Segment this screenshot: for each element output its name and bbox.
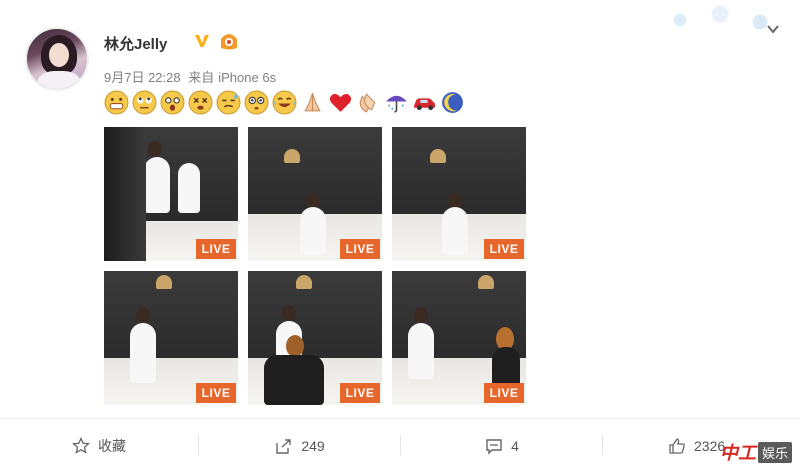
pray-hands-icon (304, 92, 321, 112)
photo-lamp (430, 149, 446, 163)
weibo-post-card: 林允Jelly 9月7日 22:28 来自 iPhone 6s LIVE LIV… (0, 0, 800, 471)
moon-icon (442, 92, 463, 113)
thumbs-up-icon (669, 437, 685, 454)
action-bar: 收藏 249 4 2326 (0, 418, 800, 471)
live-badge: LIVE (340, 239, 380, 259)
photo-background (248, 271, 382, 365)
verified-icon (195, 35, 209, 47)
source-device[interactable]: iPhone 6s (218, 70, 276, 85)
live-badge: LIVE (196, 239, 236, 259)
photo-grid: LIVE LIVE LIVE LIVE LIVE LIVE (104, 127, 526, 405)
photo-foreground-person (104, 127, 146, 261)
avatar-face (49, 43, 69, 67)
astonished-emoji-icon (160, 90, 185, 115)
grin-emoji-icon (104, 90, 129, 115)
roll-eyes-emoji-icon (132, 90, 157, 115)
member-level-icon[interactable] (218, 31, 240, 51)
watermark-text-b: 娱乐 (757, 441, 792, 463)
emoji-row (104, 90, 465, 118)
divider (198, 435, 199, 455)
photo-figure-head (282, 305, 296, 321)
photo-figure (178, 163, 200, 213)
photo-2[interactable]: LIVE (248, 127, 382, 261)
photo-lamp (296, 275, 312, 289)
photo-figure-head (148, 141, 162, 157)
repost-icon (276, 438, 292, 454)
flushed-emoji-icon (244, 90, 269, 115)
live-badge: LIVE (196, 383, 236, 403)
live-badge: LIVE (484, 239, 524, 259)
clap-hands-icon (359, 93, 376, 113)
source-prefix: 来自 (188, 70, 215, 85)
comment-count: 4 (511, 437, 519, 454)
avatar-body (37, 71, 81, 89)
post-meta: 9月7日 22:28 来自 iPhone 6s (104, 67, 280, 86)
avatar[interactable] (25, 27, 89, 91)
photo-lamp (156, 275, 172, 289)
photo-lamp (478, 275, 494, 289)
comment-icon (486, 438, 502, 455)
repost-count: 249 (301, 437, 325, 454)
watermark-text-a: 中工 (719, 443, 756, 463)
photo-figure (264, 355, 324, 405)
comment-button[interactable]: 4 (402, 419, 602, 471)
watermark-logo: 中工 娱乐 (720, 439, 792, 465)
divider (400, 435, 401, 455)
photo-figure (442, 207, 468, 255)
live-badge: LIVE (484, 383, 524, 403)
car-icon (414, 98, 435, 111)
sweat-emoji-icon (216, 90, 241, 115)
photo-6[interactable]: LIVE (392, 271, 526, 405)
photo-1[interactable]: LIVE (104, 127, 238, 261)
photo-4[interactable]: LIVE (104, 271, 238, 405)
star-icon (72, 436, 90, 454)
photo-lamp (284, 149, 300, 163)
photo-5[interactable]: LIVE (248, 271, 382, 405)
chevron-down-icon[interactable] (766, 22, 780, 36)
photo-figure-head (136, 307, 150, 323)
dizzy-emoji-icon (188, 90, 213, 115)
photo-figure (300, 207, 326, 255)
photo-3[interactable]: LIVE (392, 127, 526, 261)
photo-figure (144, 157, 170, 213)
cry-laugh-emoji-icon (272, 90, 297, 115)
umbrella-rain-icon (386, 95, 407, 113)
favorite-label: 收藏 (98, 437, 126, 454)
heart-icon (329, 93, 352, 112)
photo-figure (408, 323, 434, 379)
favorite-button[interactable]: 收藏 (0, 419, 198, 471)
photo-figure-head (286, 335, 304, 357)
repost-button[interactable]: 249 (200, 419, 400, 471)
photo-figure-head (414, 307, 428, 323)
author-name[interactable]: 林允Jelly (104, 33, 167, 54)
live-badge: LIVE (340, 383, 380, 403)
photo-figure (130, 323, 156, 383)
post-date[interactable]: 9月7日 22:28 (104, 70, 181, 85)
divider (602, 435, 603, 455)
